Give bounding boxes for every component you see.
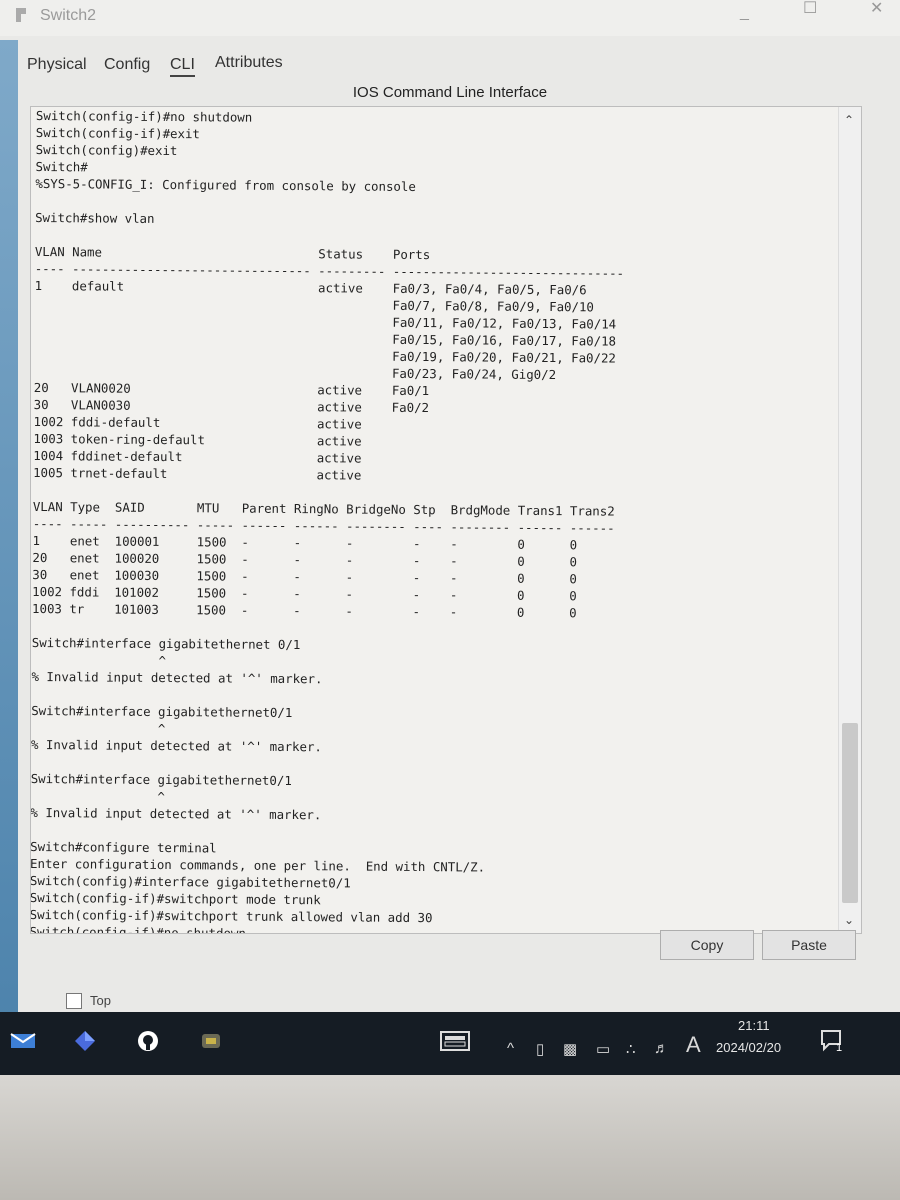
terminal-scrollbar[interactable]: ⌃ ⌄	[838, 107, 861, 933]
clock-time[interactable]: 21:11	[738, 1018, 770, 1033]
cli-heading: IOS Command Line Interface	[352, 84, 548, 101]
desktop-edge	[0, 40, 18, 1030]
battery-icon[interactable]: ▭	[596, 1040, 610, 1058]
packet-tracer-logo-icon	[16, 8, 26, 22]
ime-indicator[interactable]: A	[686, 1032, 701, 1058]
top-label: Top	[90, 993, 111, 1008]
tab-bar: Physical Config CLI Attributes	[0, 48, 900, 80]
tab-physical[interactable]: Physical	[27, 56, 87, 74]
clock-date[interactable]: 2024/02/20	[716, 1040, 781, 1055]
tray-app-icon[interactable]: ▩	[563, 1040, 577, 1058]
cli-terminal[interactable]: Switch(config-if)#no shutdown Switch(conf…	[30, 106, 862, 934]
copy-button[interactable]: Copy	[660, 930, 754, 960]
scroll-up-icon[interactable]: ⌃	[844, 113, 854, 127]
wifi-icon[interactable]: ∴	[626, 1040, 636, 1058]
volume-icon[interactable]: ♬	[654, 1040, 669, 1057]
laptop-bezel	[0, 1075, 900, 1200]
minimize-button[interactable]: _	[740, 4, 749, 22]
scroll-thumb[interactable]	[842, 723, 858, 903]
tab-config[interactable]: Config	[104, 56, 150, 74]
notification-count: 1	[836, 1042, 843, 1054]
phone-icon[interactable]: ▯	[536, 1040, 544, 1058]
github-icon[interactable]	[133, 1026, 163, 1056]
close-button[interactable]: ✕	[870, 0, 883, 18]
scroll-down-icon[interactable]: ⌄	[844, 913, 854, 927]
windows-logo-icon[interactable]	[70, 1026, 100, 1056]
tab-cli[interactable]: CLI	[170, 56, 195, 77]
terminal-output[interactable]: Switch(config-if)#no shutdown Switch(conf…	[31, 107, 625, 933]
tab-attributes[interactable]: Attributes	[215, 54, 283, 72]
start-icon[interactable]	[8, 1026, 38, 1056]
top-checkbox[interactable]	[66, 993, 82, 1009]
window-title: Switch2	[40, 7, 97, 24]
packet-tracer-icon[interactable]	[196, 1026, 226, 1056]
title-bar: Switch2 _ ☐ ✕	[0, 0, 900, 36]
chevron-up-icon[interactable]: ^	[507, 1040, 514, 1057]
keyboard-icon[interactable]	[440, 1026, 470, 1056]
maximize-button[interactable]: ☐	[803, 0, 817, 18]
paste-button[interactable]: Paste	[762, 930, 856, 960]
screen: Switch2 _ ☐ ✕ Physical Config CLI Attrib…	[0, 0, 900, 1075]
